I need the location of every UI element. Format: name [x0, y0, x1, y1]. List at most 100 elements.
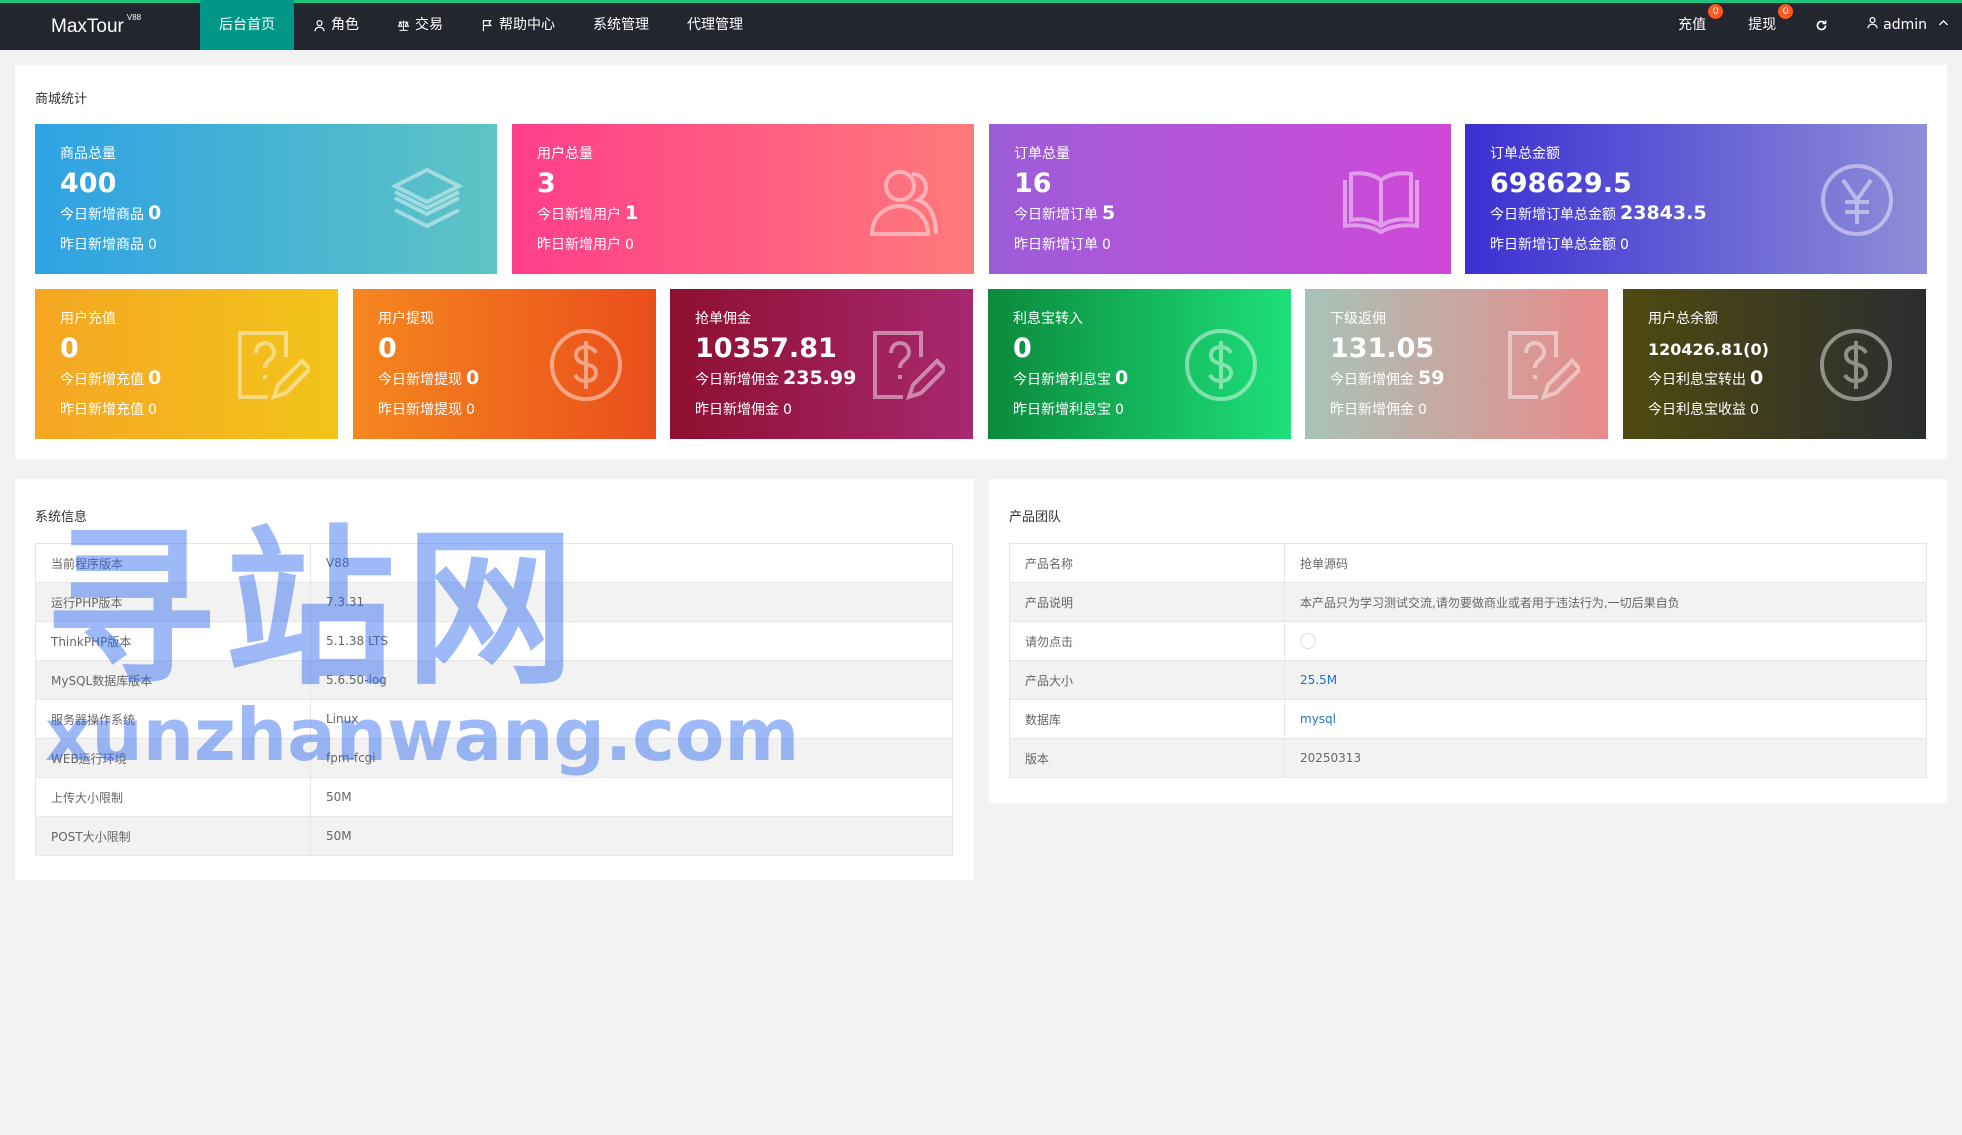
row-key: 数据库	[1009, 699, 1285, 739]
row-key: POST大小限制	[35, 816, 311, 856]
user-menu[interactable]: admin	[1846, 0, 1962, 50]
stat-tile-row2-2[interactable]: 抢单佣金 10357.81 今日新增佣金 235.99 昨日新增佣金 0	[670, 289, 973, 439]
nav-item-2[interactable]: 交易	[378, 0, 462, 50]
question-doc-icon	[861, 323, 948, 407]
nav-item-label: 交易	[415, 17, 443, 33]
stat-yesterday-label: 昨日新增提现	[378, 402, 462, 418]
stat-today-label: 今日利息宝转出	[1648, 372, 1746, 388]
stat-label: 用户提现	[378, 311, 434, 327]
table-row: 产品名称 抢单源码	[1009, 543, 1927, 583]
stat-value: 0	[60, 333, 79, 364]
stat-today-value: 1	[625, 202, 639, 224]
stat-yesterday: 昨日新增订单总金额 0	[1490, 234, 1629, 254]
stat-value: 0	[378, 333, 397, 364]
stat-yesterday-label: 昨日新增充值	[60, 402, 144, 418]
stat-value: 0	[1013, 333, 1032, 364]
brand-logo[interactable]: MaxTour V88	[51, 13, 141, 38]
nav-item-label: 帮助中心	[499, 17, 555, 33]
table-row: 运行PHP版本 7.3.31	[35, 582, 953, 622]
stat-yesterday-label: 昨日新增订单总金额	[1490, 237, 1616, 253]
stat-today-value: 23843.5	[1620, 202, 1707, 224]
row-value: 50M	[310, 777, 953, 817]
stat-today: 今日新增订单总金额 23843.5	[1490, 202, 1707, 224]
nav-item-5[interactable]: 代理管理	[668, 0, 762, 50]
stat-today-label: 今日新增利息宝	[1013, 372, 1111, 388]
brand-version: V88	[126, 13, 142, 22]
row-key: 产品名称	[1009, 543, 1285, 583]
user-icon	[313, 19, 326, 32]
stat-yesterday-label: 昨日新增利息宝	[1013, 402, 1111, 418]
row-value[interactable]: mysql	[1284, 699, 1927, 739]
row-value: 50M	[310, 816, 953, 856]
stat-tile-row1-0[interactable]: 商品总量 400 今日新增商品 0 昨日新增商品 0	[35, 124, 497, 274]
table-row: 版本 20250313	[1009, 738, 1927, 778]
stat-value: 400	[60, 168, 117, 199]
row-key: 产品说明	[1009, 582, 1285, 622]
stat-tile-row2-0[interactable]: 用户充值 0 今日新增充值 0 昨日新增充值 0	[35, 289, 338, 439]
stat-value: 120426.81(0)	[1648, 340, 1769, 359]
stat-label: 用户总量	[537, 146, 593, 162]
system-info-card: 系统信息 当前程序版本 V88 运行PHP版本 7.3.31 ThinkPHP版本 5.1…	[15, 479, 974, 880]
stat-yesterday-value: 0	[783, 402, 792, 418]
stat-today: 今日新增用户 1	[537, 202, 638, 224]
table-row: 上传大小限制 50M	[35, 777, 953, 817]
nav-item-label: 系统管理	[593, 17, 649, 33]
stat-tile-row1-2[interactable]: 订单总量 16 今日新增订单 5 昨日新增订单 0	[989, 124, 1451, 274]
stat-yesterday: 昨日新增商品 0	[60, 234, 157, 254]
nav-item-0[interactable]: 后台首页	[200, 0, 294, 50]
stat-label: 用户总余额	[1648, 311, 1718, 327]
row-key: 服务器操作系统	[35, 699, 311, 739]
withdraw-button[interactable]: 提现 0	[1727, 0, 1797, 50]
stat-yesterday-value: 0	[1115, 402, 1124, 418]
stat-label: 下级返佣	[1330, 311, 1386, 327]
product-team-table: 产品名称 抢单源码 产品说明 本产品只为学习测试交流,请勿要做商业或者用于违法行为,一…	[1009, 543, 1927, 778]
stats-card: 商城统计 商品总量 400 今日新增商品 0 昨日新增商品 0 用户总量 3 今日新增用户 1 昨日…	[15, 65, 1947, 459]
nav-item-4[interactable]: 系统管理	[574, 0, 668, 50]
stat-tile-row2-4[interactable]: 下级返佣 131.05 今日新增佣金 59 昨日新增佣金 0	[1305, 289, 1608, 439]
stat-value: 16	[1014, 168, 1052, 199]
nav-item-1[interactable]: 角色	[294, 0, 378, 50]
stat-value: 10357.81	[695, 333, 837, 364]
dollar-icon	[1179, 323, 1263, 407]
user-icon	[1866, 0, 1879, 50]
stat-yesterday: 今日利息宝收益 0	[1648, 399, 1759, 419]
stat-yesterday: 昨日新增佣金 0	[695, 399, 792, 419]
stat-yesterday-label: 昨日新增佣金	[695, 402, 779, 418]
stat-tile-row2-5[interactable]: 用户总余额 120426.81(0) 今日利息宝转出 0 今日利息宝收益 0	[1623, 289, 1926, 439]
row-key: ThinkPHP版本	[35, 621, 311, 661]
refresh-icon[interactable]	[1797, 0, 1846, 50]
row-value: 7.3.31	[310, 582, 953, 622]
stat-yesterday-value: 0	[148, 237, 157, 253]
stat-today-value: 235.99	[783, 367, 857, 389]
table-row: 当前程序版本 V88	[35, 543, 953, 583]
no-click-icon[interactable]	[1300, 633, 1316, 649]
stat-today-value: 0	[148, 202, 162, 224]
stat-today-label: 今日新增提现	[378, 372, 462, 388]
stat-today: 今日新增提现 0	[378, 367, 479, 389]
stat-value: 131.05	[1330, 333, 1435, 364]
table-row: 请勿点击	[1009, 621, 1927, 661]
yen-icon	[1815, 158, 1899, 242]
stat-tile-row2-3[interactable]: 利息宝转入 0 今日新增利息宝 0 昨日新增利息宝 0	[988, 289, 1291, 439]
stat-today-label: 今日新增充值	[60, 372, 144, 388]
system-info-table: 当前程序版本 V88 运行PHP版本 7.3.31 ThinkPHP版本 5.1.38 L…	[35, 543, 953, 856]
stat-tile-row2-1[interactable]: 用户提现 0 今日新增提现 0 昨日新增提现 0	[353, 289, 656, 439]
stat-yesterday: 昨日新增用户 0	[537, 234, 634, 254]
stat-value: 3	[537, 168, 556, 199]
stat-tile-row1-3[interactable]: 订单总金额 698629.5 今日新增订单总金额 23843.5 昨日新增订单总金额 0	[1465, 124, 1927, 274]
withdraw-badge: 0	[1778, 4, 1794, 19]
stat-yesterday-value: 0	[625, 237, 634, 253]
users-icon	[862, 158, 946, 242]
table-row: POST大小限制 50M	[35, 816, 953, 856]
stat-today-value: 59	[1418, 367, 1445, 389]
stat-today-value: 0	[148, 367, 162, 389]
stat-label: 用户充值	[60, 311, 116, 327]
stat-tile-row1-1[interactable]: 用户总量 3 今日新增用户 1 昨日新增用户 0	[512, 124, 974, 274]
recharge-button[interactable]: 充值 0	[1657, 0, 1727, 50]
row-key: 产品大小	[1009, 660, 1285, 700]
stats-card-title: 商城统计	[35, 92, 88, 107]
book-icon	[1339, 158, 1423, 242]
stat-yesterday: 昨日新增订单 0	[1014, 234, 1111, 254]
nav-item-3[interactable]: 帮助中心	[462, 0, 574, 50]
row-value[interactable]: 25.5M	[1284, 660, 1927, 700]
